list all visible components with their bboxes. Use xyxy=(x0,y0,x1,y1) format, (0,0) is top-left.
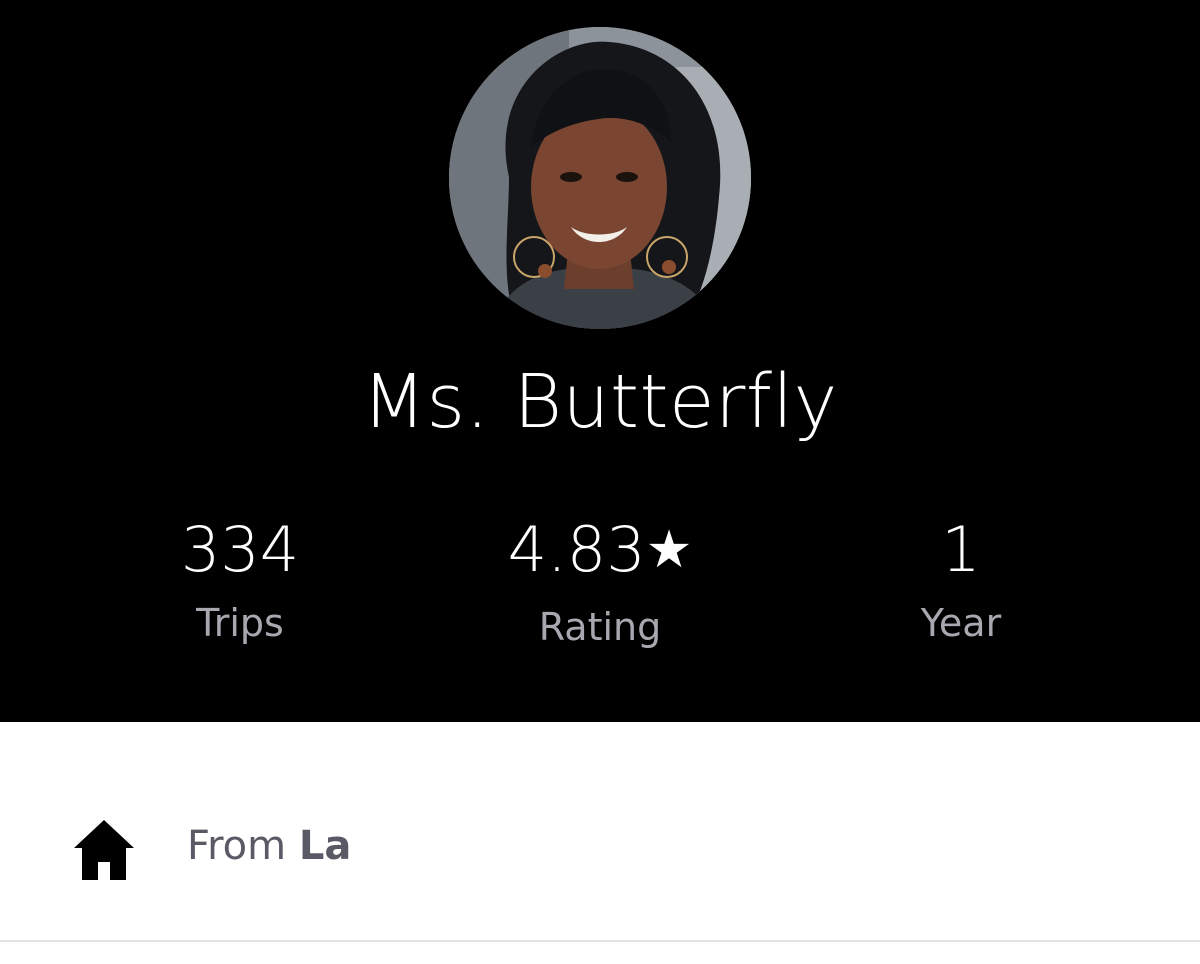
profile-header: Ms. Butterfly 334 Trips 4.83★ Rating 1 Y… xyxy=(0,0,1200,722)
trips-value: 334 xyxy=(180,513,300,586)
profile-name: Ms. Butterfly xyxy=(362,359,838,445)
home-icon xyxy=(74,820,134,880)
hometown-text: From La xyxy=(187,818,351,874)
avatar[interactable] xyxy=(449,27,751,329)
from-prefix: From xyxy=(187,823,299,869)
star-icon: ★ xyxy=(645,520,693,580)
divider xyxy=(0,940,1200,942)
hometown-city: La xyxy=(298,823,352,869)
rating-value-wrapper: 4.83★ xyxy=(450,510,750,594)
rating-value: 4.83 xyxy=(507,513,646,586)
rating-label: Rating xyxy=(538,605,662,649)
trips-label: Trips xyxy=(196,601,284,645)
hometown-row: From La xyxy=(0,722,1200,942)
years-label: Year xyxy=(920,601,1002,645)
stat-years: 1 Year xyxy=(811,510,1111,648)
profile-photo-icon xyxy=(449,27,751,329)
stat-rating: 4.83★ Rating xyxy=(450,510,750,652)
stat-trips: 334 Trips xyxy=(90,510,390,648)
years-value: 1 xyxy=(941,513,981,586)
